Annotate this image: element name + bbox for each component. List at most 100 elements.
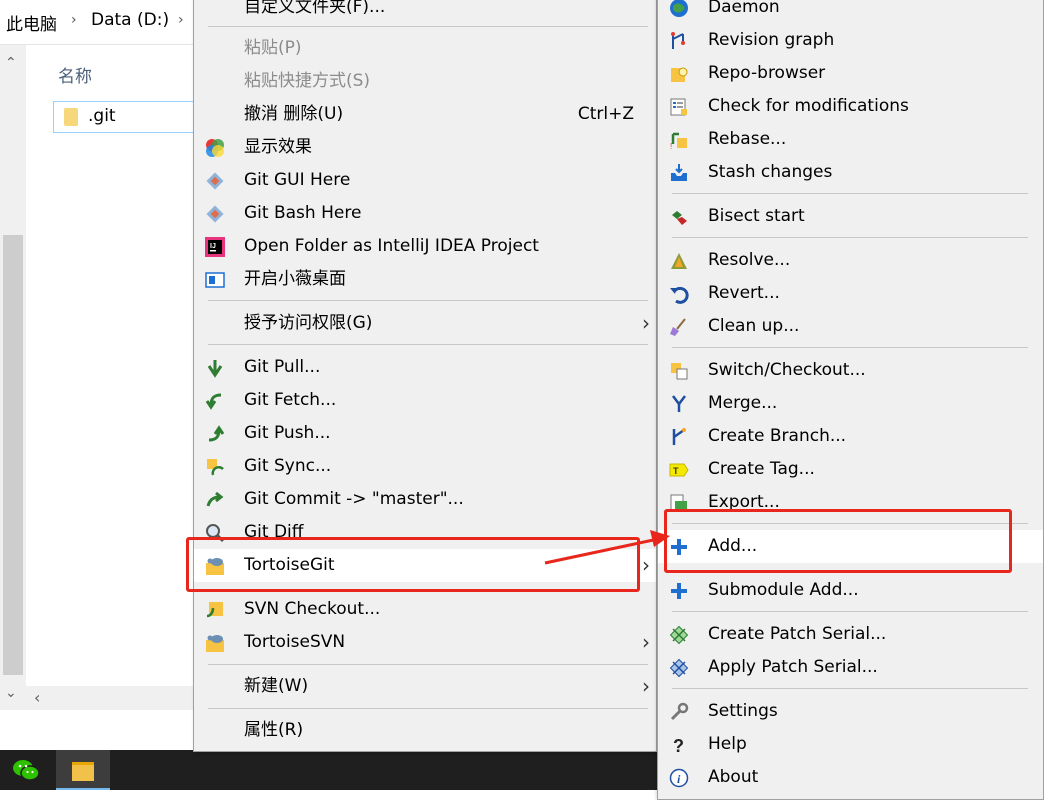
menu-item-git-bash[interactable]: Git Bash Here: [194, 197, 656, 230]
menu-separator: [672, 611, 1028, 612]
submenu-item-resolve[interactable]: Resolve...: [658, 244, 1043, 277]
chevron-right-icon[interactable]: ›: [71, 12, 77, 28]
submenu-arrow-icon: ›: [642, 674, 650, 698]
submenu-item-create-patch-serial[interactable]: Create Patch Serial...: [658, 618, 1043, 651]
daemon-icon: [670, 0, 688, 17]
git-sync-icon: [207, 459, 224, 476]
patch-icon: [669, 625, 689, 645]
menu-item-tortoisesvn[interactable]: TortoiseSVN ›: [194, 626, 656, 659]
menu-separator: [208, 300, 648, 301]
menu-separator: [672, 347, 1028, 348]
submenu-item-about[interactable]: i About: [658, 761, 1043, 794]
column-header-name[interactable]: 名称: [58, 62, 92, 87]
submenu-item-help[interactable]: ? Help: [658, 728, 1043, 761]
menu-item-display-effects[interactable]: 显示效果: [194, 131, 656, 164]
submenu-item-check-modifications[interactable]: Check for modifications: [658, 90, 1043, 123]
menu-item-customize-folder[interactable]: 自定义文件夹(F)...: [194, 0, 656, 24]
submenu-arrow-icon: ›: [642, 311, 650, 335]
submenu-item-merge[interactable]: Merge...: [658, 387, 1043, 420]
menu-item-git-commit[interactable]: Git Commit -> "master"...: [194, 483, 656, 516]
submenu-item-create-branch[interactable]: Create Branch...: [658, 420, 1043, 453]
menu-item-grant-access[interactable]: 授予访问权限(G) ›: [194, 307, 656, 340]
help-icon: ?: [673, 736, 684, 755]
rebase-icon: !: [670, 132, 687, 150]
submenu-item-submodule-add[interactable]: Submodule Add...: [658, 574, 1043, 607]
tortoisegit-submenu: Daemon Revision graph Repo-browser Check…: [657, 0, 1044, 800]
cleanup-icon: [670, 318, 686, 336]
menu-item-git-fetch[interactable]: Git Fetch...: [194, 384, 656, 417]
git-bash-icon: [206, 205, 224, 223]
menu-separator: [672, 193, 1028, 194]
breadcrumb-item-this-pc[interactable]: 此电脑: [6, 10, 57, 35]
explorer-window: 此电脑 › Data (D:) › ⌃ ⌄ ‹ 名称 .git: [0, 0, 196, 750]
menu-item-properties[interactable]: 属性(R): [194, 714, 656, 747]
scroll-up-icon[interactable]: ⌃: [5, 55, 17, 71]
bisect-icon: [672, 211, 687, 225]
stash-icon: [671, 164, 687, 181]
add-icon: [671, 583, 687, 599]
git-fetch-icon: [205, 393, 222, 410]
submenu-item-switch-checkout[interactable]: Switch/Checkout...: [658, 354, 1043, 387]
git-push-icon: [208, 425, 225, 442]
scroll-left-icon[interactable]: ‹: [34, 688, 40, 707]
menu-item-git-gui[interactable]: Git GUI Here: [194, 164, 656, 197]
breadcrumb: 此电脑 › Data (D:) ›: [0, 0, 195, 45]
file-row-git[interactable]: .git: [53, 101, 196, 133]
menu-item-git-sync[interactable]: Git Sync...: [194, 450, 656, 483]
annotation-arrow: [544, 530, 670, 565]
switch-icon: [671, 363, 688, 380]
submenu-item-stash-changes[interactable]: Stash changes: [658, 156, 1043, 189]
tag-icon: T: [669, 463, 689, 477]
menu-item-xiaowei-desktop[interactable]: 开启小薇桌面: [194, 263, 656, 296]
submenu-item-settings[interactable]: Settings: [658, 695, 1043, 728]
submenu-item-revision-graph[interactable]: Revision graph: [658, 24, 1043, 57]
git-commit-icon: [206, 491, 224, 507]
check-modifications-icon: [670, 98, 687, 116]
resolve-icon: [671, 253, 687, 269]
context-menu: 自定义文件夹(F)... 粘贴(P) 粘贴快捷方式(S) 撤消 删除(U) Ct…: [193, 0, 657, 752]
submenu-item-clean-up[interactable]: Clean up...: [658, 310, 1043, 343]
color-effects-icon: [206, 139, 224, 157]
menu-item-svn-checkout[interactable]: SVN Checkout...: [194, 593, 656, 626]
svg-text:!: !: [670, 142, 672, 150]
vertical-scrollbar[interactable]: ⌃ ⌄: [0, 45, 26, 710]
svg-text:T: T: [673, 466, 679, 476]
submenu-item-repo-browser[interactable]: Repo-browser: [658, 57, 1043, 90]
file-name: .git: [88, 106, 116, 126]
submenu-item-rebase[interactable]: ! Rebase...: [658, 123, 1043, 156]
annotation-box-add: [664, 509, 1012, 573]
menu-item-new[interactable]: 新建(W) ›: [194, 670, 656, 703]
menu-separator: [208, 26, 648, 27]
horizontal-scrollbar[interactable]: ‹: [26, 686, 195, 710]
desktop-icon: [205, 272, 225, 288]
menu-separator: [208, 664, 648, 665]
wrench-icon: [670, 702, 689, 721]
scrollbar-thumb[interactable]: [3, 235, 23, 675]
svg-text:IJ: IJ: [210, 243, 216, 250]
menu-separator: [208, 708, 648, 709]
intellij-icon: IJ: [205, 237, 225, 257]
chevron-right-icon[interactable]: ›: [178, 12, 184, 28]
submenu-item-revert[interactable]: Revert...: [658, 277, 1043, 310]
folder-icon: [64, 108, 78, 126]
submenu-item-apply-patch-serial[interactable]: Apply Patch Serial...: [658, 651, 1043, 684]
menu-item-open-intellij[interactable]: IJ Open Folder as IntelliJ IDEA Project: [194, 230, 656, 263]
git-gui-icon: [206, 172, 224, 190]
menu-item-undo-delete[interactable]: 撤消 删除(U) Ctrl+Z: [194, 98, 656, 131]
submenu-item-create-tag[interactable]: T Create Tag...: [658, 453, 1043, 486]
menu-separator: [672, 237, 1028, 238]
submenu-item-bisect-start[interactable]: Bisect start: [658, 200, 1043, 233]
menu-item-paste-shortcut: 粘贴快捷方式(S): [244, 71, 371, 91]
menu-item-git-push[interactable]: Git Push...: [194, 417, 656, 450]
file-explorer-taskbar-button[interactable]: [56, 750, 110, 790]
submenu-arrow-icon: ›: [642, 630, 650, 654]
menu-item-git-pull[interactable]: Git Pull...: [194, 351, 656, 384]
submenu-item-daemon[interactable]: Daemon: [658, 0, 1043, 24]
info-icon: i: [669, 768, 689, 788]
scroll-down-icon[interactable]: ⌄: [5, 685, 17, 701]
repo-browser-icon: [671, 67, 688, 82]
breadcrumb-item-drive[interactable]: Data (D:): [91, 10, 169, 30]
revert-icon: [670, 286, 689, 304]
wechat-icon[interactable]: [12, 758, 40, 782]
branch-icon: [672, 428, 686, 445]
